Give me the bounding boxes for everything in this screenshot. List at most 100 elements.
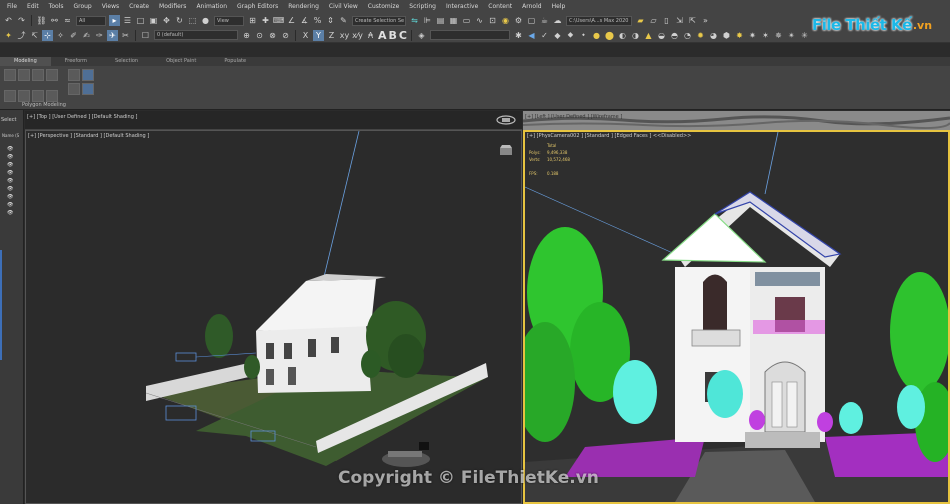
edit-named-selection-icon[interactable]: ✎ [338,15,349,26]
ribbon-button-8[interactable] [46,90,58,102]
axis-z-icon[interactable]: Z [326,30,337,41]
viewcube-icon[interactable] [496,115,516,125]
plugin-icon-21[interactable]: ✶ [760,30,771,41]
plugin-icon-3[interactable]: ◀ [526,30,537,41]
ribbon-button-11[interactable] [82,69,94,81]
plugin-icon-16[interactable]: ✹ [695,30,706,41]
menu-item-animation[interactable]: Animation [191,0,232,13]
keyboard-shortcut-icon[interactable]: ⌨ [273,15,285,26]
menu-item-customize[interactable]: Customize [363,0,405,13]
select-manipulate-icon[interactable]: ✚ [260,15,271,26]
window-crossing-icon[interactable]: ▣ [148,15,159,26]
axis-xyz-icon[interactable]: x⁄y [352,30,363,41]
ribbon-button-7[interactable] [32,90,44,102]
save-file-icon[interactable]: ▯ [661,15,672,26]
plugin-icon-18[interactable]: ⬢ [721,30,732,41]
menu-item-edit[interactable]: Edit [22,0,44,13]
plugin-icon-23[interactable]: ✴ [786,30,797,41]
toggle-ribbon-icon[interactable]: ▭ [461,15,472,26]
render-production-icon[interactable]: ☕ [539,15,550,26]
layer-properties-icon[interactable]: ✧ [55,30,66,41]
ribbon-button-2[interactable] [18,69,30,81]
ribbon-button-1[interactable] [4,69,16,81]
viewport-top-label[interactable]: [+] [Top ] [User Defined ] [Default Shad… [27,114,137,120]
visibility-eye-icon[interactable]: 👁 [7,202,18,208]
import-icon[interactable]: ⇲ [674,15,685,26]
visibility-eye-icon[interactable]: 👁 [7,154,18,160]
xform-icon[interactable]: ✂ [120,30,131,41]
select-in-layer-icon[interactable]: ⊹ [42,29,53,41]
select-by-name-icon[interactable]: ☰ [122,15,133,26]
menu-item-arnold[interactable]: Arnold [517,0,546,13]
render-in-cloud-icon[interactable]: ☁ [552,15,563,26]
select-scale-icon[interactable]: ⬚ [187,15,198,26]
camera-navigator-icon[interactable] [497,143,515,157]
menu-item-help[interactable]: Help [547,0,571,13]
plugin-icon-8[interactable]: ● [591,30,602,41]
viewport-camera[interactable]: [+] [PhysCamera002 ] [Standard ] [Edged … [523,130,950,504]
create-layer-icon[interactable]: ⤴ [16,30,27,41]
plugin-icon-24[interactable]: ✳ [799,30,810,41]
viewport-top[interactable]: [+] [Top ] [User Defined ] [Default Shad… [25,111,522,130]
undo-icon[interactable]: ↶ [3,15,14,26]
layer-dropdown[interactable]: 0 (default) [154,30,238,40]
brush-icon[interactable]: ✑ [94,30,105,41]
paint-select-icon[interactable]: ✍ [81,30,92,41]
link-icon[interactable]: ⛓ [36,15,47,26]
select-rotate-icon[interactable]: ↻ [174,15,185,26]
layer-visibility-icon[interactable]: ☐ [140,30,151,41]
explorer-scrollbar[interactable] [0,250,2,360]
unlink-icon[interactable]: ⚯ [49,15,60,26]
plugin-icon-22[interactable]: ✵ [773,30,784,41]
ribbon-tab-selection[interactable]: Selection [101,57,152,66]
polygon-modeling-label[interactable]: Polygon Modeling [22,102,66,108]
visibility-eye-icon[interactable]: 👁 [7,210,18,216]
ribbon-tab-freeform[interactable]: Freeform [51,57,101,66]
plugin-icon-9[interactable]: ⬤ [604,30,615,41]
axis-y-icon[interactable]: Y [313,29,324,41]
menu-item-views[interactable]: Views [97,0,124,13]
ribbon-button-9[interactable] [68,69,80,81]
rendered-frame-window-icon[interactable]: ▢ [526,15,537,26]
menu-item-content[interactable]: Content [483,0,517,13]
plugin-icon-12[interactable]: ▲ [643,30,654,41]
export-icon[interactable]: ⇱ [687,15,698,26]
plugin-icon-14[interactable]: ◓ [669,30,680,41]
plugin-icon-5[interactable]: ◆ [552,30,563,41]
menu-item-civil-view[interactable]: Civil View [324,0,363,13]
plugin-icon-11[interactable]: ◑ [630,30,641,41]
menu-item-modifiers[interactable]: Modifiers [154,0,191,13]
select-menu-label[interactable]: Select [0,110,23,123]
visibility-eye-icon[interactable]: 👁 [7,186,18,192]
layer-freeze-icon[interactable]: ⊘ [280,30,291,41]
viewport-perspective[interactable]: [+] [Perspective ] [Standard ] [Default … [25,130,522,504]
project-path-dropdown[interactable]: C:\Users\A...s Max 2020 [566,15,632,26]
ribbon-button-5[interactable] [4,90,16,102]
project-folder-icon[interactable]: ▰ [635,15,646,26]
viewport-left-label[interactable]: [+] [Left ] [User Defined ] [Wireframe ] [525,114,622,120]
plugin-icon-15[interactable]: ◔ [682,30,693,41]
layer-manager-icon[interactable]: ✦ [3,30,14,41]
menu-item-file[interactable]: File [2,0,22,13]
text-letter-c[interactable]: C [399,29,407,42]
toggle-scene-explorer-icon[interactable]: ▤ [435,15,446,26]
more-icon[interactable]: » [700,15,711,26]
curve-editor-icon[interactable]: ∿ [474,15,485,26]
text-tool-icon[interactable]: ₳ [365,30,376,41]
pin-icon[interactable]: ✐ [68,30,79,41]
snaps-toggle-icon[interactable]: ∠ [286,15,297,26]
spinner-snap-icon[interactable]: ⇕ [325,15,336,26]
plugin-icon-13[interactable]: ◒ [656,30,667,41]
plugin-icon-6[interactable]: ⬥ [565,30,576,41]
plugin-dropdown[interactable] [429,30,510,40]
visibility-eye-icon[interactable]: 👁 [7,194,18,200]
plugin-icon-4[interactable]: ✓ [539,30,550,41]
open-file-icon[interactable]: ▱ [648,15,659,26]
ribbon-button-6[interactable] [18,90,30,102]
visibility-eye-icon[interactable]: 👁 [7,146,18,152]
menu-item-group[interactable]: Group [68,0,96,13]
menu-item-create[interactable]: Create [124,0,154,13]
menu-item-rendering[interactable]: Rendering [283,0,324,13]
text-letter-a[interactable]: A [378,29,387,42]
render-setup-icon[interactable]: ⚙ [513,15,524,26]
